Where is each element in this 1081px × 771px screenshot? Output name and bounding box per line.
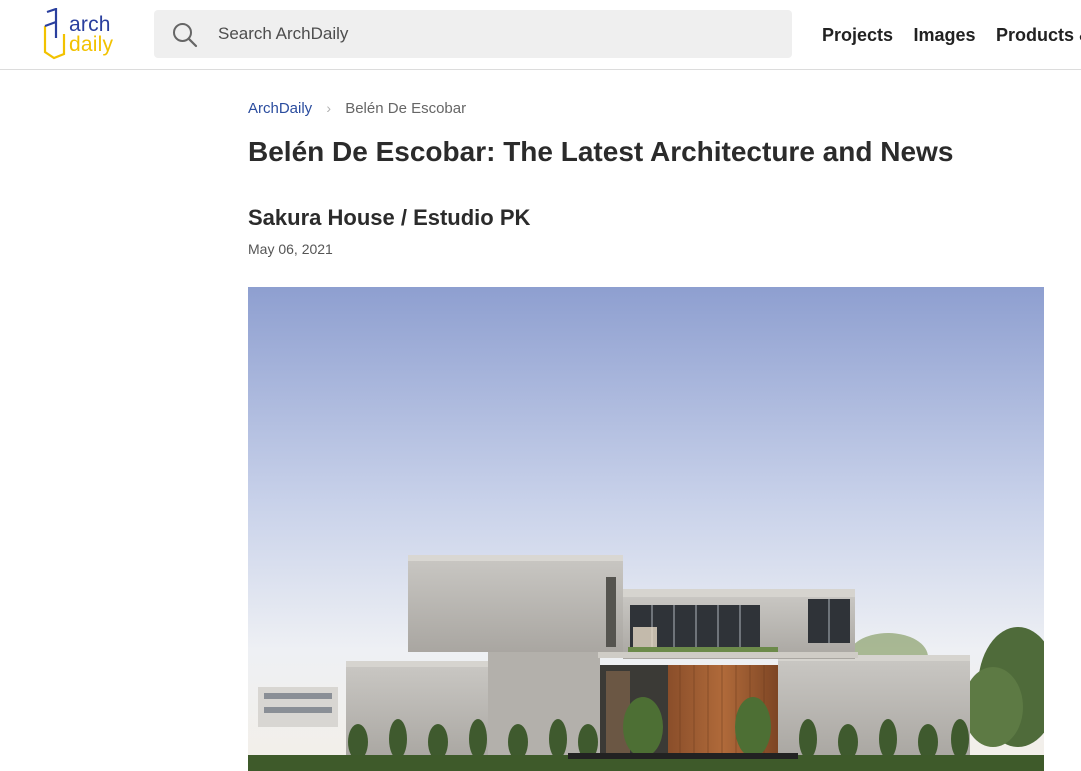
- house-photo-image: [248, 287, 1044, 771]
- nav-products[interactable]: Products &: [996, 22, 1081, 48]
- site-header: arch daily Projects Images Products &: [0, 0, 1081, 70]
- breadcrumb: ArchDaily › Belén De Escobar: [248, 98, 466, 119]
- breadcrumb-current: Belén De Escobar: [345, 100, 467, 117]
- page-title: Belén De Escobar: The Latest Architectur…: [248, 136, 954, 167]
- search-icon[interactable]: [172, 22, 198, 48]
- search-input[interactable]: [218, 10, 778, 58]
- logo-text-daily: daily: [69, 33, 114, 56]
- nav-images[interactable]: Images: [914, 22, 976, 48]
- article-photo[interactable]: [248, 287, 1044, 771]
- logo-text-arch: arch: [69, 13, 111, 36]
- article-date: May 06, 2021: [248, 241, 333, 257]
- article-title-link[interactable]: Sakura House / Estudio PK: [248, 205, 530, 230]
- nav-projects[interactable]: Projects: [822, 22, 893, 48]
- logo-mark-icon: [43, 8, 66, 60]
- article-title: Sakura House / Estudio PK: [248, 204, 530, 232]
- breadcrumb-separator-icon: ›: [326, 100, 332, 116]
- breadcrumb-home-link[interactable]: ArchDaily: [248, 100, 312, 117]
- archdaily-logo[interactable]: arch daily: [42, 8, 132, 62]
- main-nav: Projects Images Products &: [822, 22, 1081, 48]
- search-bar[interactable]: [154, 10, 792, 58]
